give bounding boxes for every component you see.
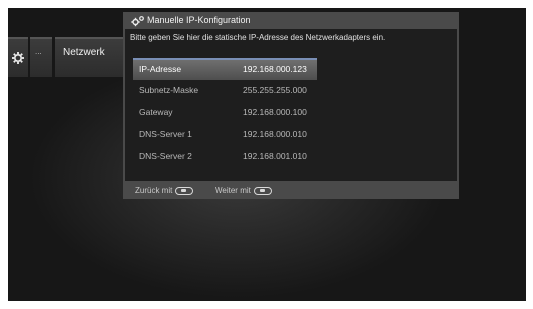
dns-server-2-label: DNS-Server 2	[139, 151, 192, 161]
sidebar-network-tile[interactable]: Netzwerk	[55, 37, 123, 77]
dialog-body: Bitte geben Sie hier die statische IP-Ad…	[125, 29, 457, 181]
ip-settings-list: IP-Adresse 192.168.000.123 Subnetz-Maske…	[133, 58, 317, 168]
dns-server-2-field[interactable]: 192.168.001.010	[243, 151, 307, 161]
ip-address-row[interactable]: IP-Adresse 192.168.000.123	[133, 58, 317, 80]
back-hint-label: Zurück mit	[135, 186, 173, 195]
gear-icon	[12, 52, 24, 64]
ip-address-field[interactable]: 192.168.000.123	[243, 64, 307, 74]
dns-server-2-row[interactable]: DNS-Server 2 192.168.001.010	[133, 146, 317, 168]
dialog-footer: Zurück mit Weiter mit	[123, 181, 459, 199]
gateway-field[interactable]: 192.168.000.100	[243, 107, 307, 117]
back-key-icon	[175, 186, 194, 195]
sidebar-settings-tile[interactable]	[8, 37, 28, 77]
gateway-row[interactable]: Gateway 192.168.000.100	[133, 102, 317, 124]
dialog-title: Manuelle IP-Konfiguration	[147, 15, 251, 25]
dns-server-1-field[interactable]: 192.168.000.010	[243, 129, 307, 139]
ip-config-dialog: Manuelle IP-Konfiguration Bitte geben Si…	[123, 12, 459, 199]
sidebar-network-label: Netzwerk	[63, 47, 105, 58]
subnet-mask-row[interactable]: Subnetz-Maske 255.255.255.000	[133, 80, 317, 102]
sidebar-more-tile[interactable]: ...	[30, 37, 52, 77]
dns-server-1-label: DNS-Server 1	[139, 129, 192, 139]
ip-address-label: IP-Adresse	[139, 64, 182, 74]
gears-icon	[131, 16, 144, 27]
tv-screen: ... Netzwerk Manuelle IP-Konfiguration B…	[8, 8, 526, 301]
next-hint-label: Weiter mit	[215, 186, 251, 195]
next-key-icon	[253, 186, 272, 195]
sidebar-more-label: ...	[35, 47, 42, 56]
next-hint[interactable]: Weiter mit	[215, 186, 272, 195]
back-hint[interactable]: Zurück mit	[135, 186, 194, 195]
gateway-label: Gateway	[139, 107, 173, 117]
subnet-mask-field[interactable]: 255.255.255.000	[243, 85, 307, 95]
dns-server-1-row[interactable]: DNS-Server 1 192.168.000.010	[133, 124, 317, 146]
dialog-titlebar: Manuelle IP-Konfiguration	[123, 12, 459, 29]
instruction-text: Bitte geben Sie hier die statische IP-Ad…	[130, 33, 386, 42]
subnet-mask-label: Subnetz-Maske	[139, 85, 199, 95]
